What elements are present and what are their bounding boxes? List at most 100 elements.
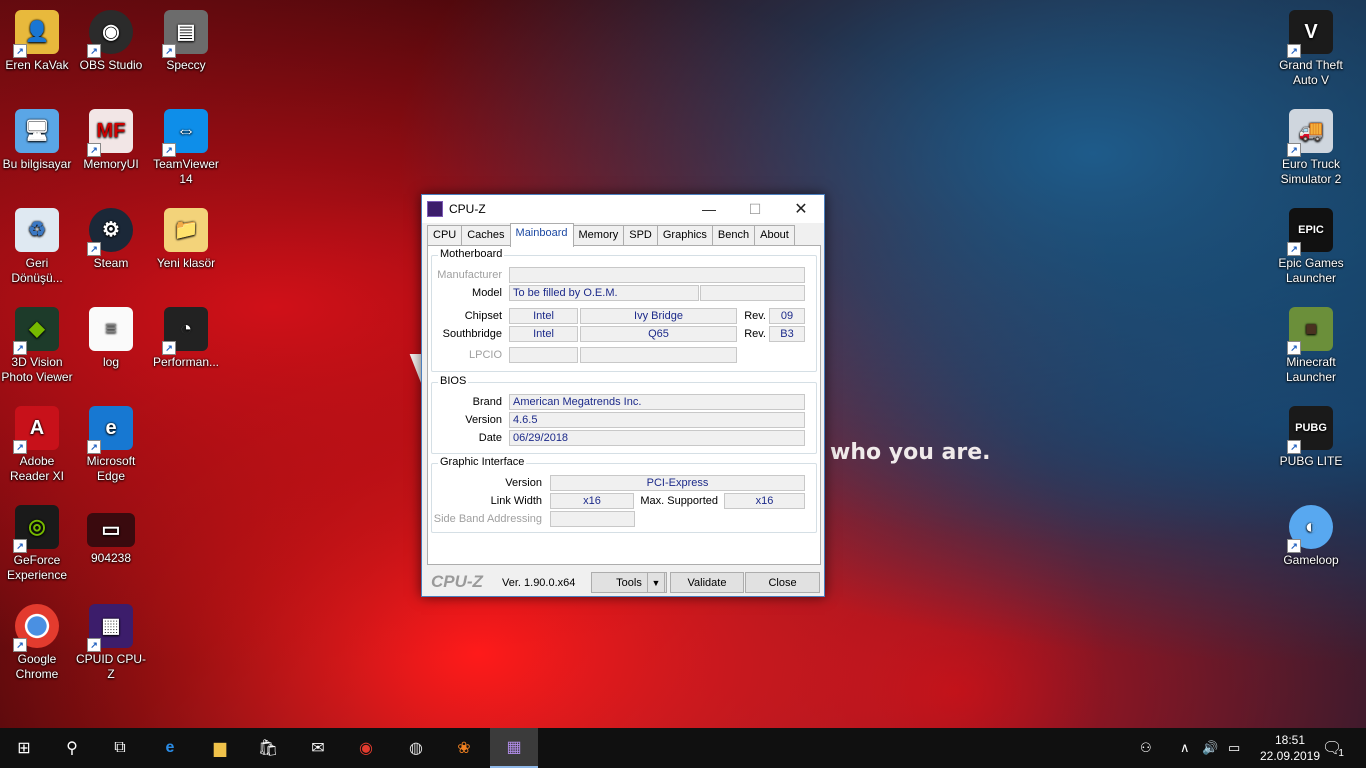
desktop-icon-gameloop[interactable]: ◐ ↗ Gameloop [1274,499,1348,568]
taskbar-file-explorer[interactable]: ▆ [196,728,244,768]
close-window-button[interactable]: ✕ [778,195,824,223]
tools-label: Tools [616,576,642,589]
tray-network[interactable]: ▭ [1228,728,1240,768]
windows-logo-icon: ⊞ [17,740,31,757]
desktop-icon-teamviewer[interactable]: ⇔ ↗ TeamViewer 14 [149,103,223,187]
taskbar-mail[interactable]: ✉ [294,728,342,768]
desktop-icon-eren-kavak[interactable]: 👤 ↗ Eren KaVak [0,4,74,73]
validate-button[interactable]: Validate [670,572,744,593]
cpuz-icon: ▦ ↗ [87,604,133,652]
memoryui-icon: MF ↗ [87,109,133,157]
gi-max-supported-field: x16 [724,493,805,509]
user-folder-icon: 👤 ↗ [13,10,59,58]
tools-dropdown-button[interactable]: ▼ [647,572,665,593]
close-button[interactable]: Close [745,572,820,593]
desktop-icon-chrome[interactable]: ↗ Google Chrome [0,598,74,682]
southbridge-rev-label: Rev. [744,328,766,340]
desktop-icon-geforce[interactable]: ◎ ↗ GeForce Experience [0,499,74,583]
tab-bar: CPU Caches Mainboard Memory SPD Graphics… [427,223,795,247]
tab-caches[interactable]: Caches [461,225,511,246]
taskbar-clock[interactable]: 18:51 22.09.2019 [1256,732,1324,764]
gi-version-field: PCI-Express [550,475,805,491]
people-icon: ⚇ [1140,740,1152,755]
cpuz-logo: CPU-Z [431,572,483,591]
tab-cpu[interactable]: CPU [427,225,463,246]
speccy-icon: ▤ ↗ [162,10,208,58]
desktop-icon-gta-v[interactable]: V ↗ Grand Theft Auto V [1274,4,1348,88]
gi-link-width-label: Link Width [490,495,542,507]
pubg-lite-icon: PUBG ↗ [1287,406,1333,454]
action-center-button[interactable]: 🗨 1 [1322,728,1344,768]
southbridge-rev-field: B3 [769,326,805,342]
cpuz-app-icon [427,201,443,217]
bios-date-field: 06/29/2018 [509,430,805,446]
folder-icon: ▆ [213,740,227,757]
cpuz-icon: ▦ [506,739,522,756]
taskbar-fl-studio[interactable]: ❀ [440,728,488,768]
start-button[interactable]: ⊞ [0,728,48,768]
motherboard-group: Motherboard Manufacturer Model To be fil… [431,248,817,372]
teamviewer-icon: ⇔ ↗ [162,109,208,157]
desktop-icon-steam[interactable]: ⚙ ↗ Steam [74,202,148,271]
lpcio-vendor-field [509,347,578,363]
desktop-icon-epic-games[interactable]: EPIC ↗ Epic Games Launcher [1274,202,1348,286]
desktop-icon-recycle-bin[interactable]: ♻ Geri Dönüşü... [0,202,74,286]
desktop-icon-obs-studio[interactable]: ◉ ↗ OBS Studio [74,4,148,73]
desktop-icon-3d-vision[interactable]: ◆ ↗ 3D Vision Photo Viewer [0,301,74,385]
tray-people[interactable]: ⚇ [1140,728,1152,768]
obs-icon: ◉ ↗ [87,10,133,58]
desktop-icon-log[interactable]: ≡ log [74,301,148,370]
desktop-icon-adobe-reader[interactable]: A ↗ Adobe Reader XI [0,400,74,484]
graphic-interface-legend: Graphic Interface [438,456,527,468]
manufacturer-label: Manufacturer [437,269,502,281]
tray-overflow[interactable]: ∧ [1180,728,1190,768]
validate-label: Validate [687,576,727,589]
tray-volume[interactable]: 🔊 [1202,728,1218,768]
desktop-icon-this-pc[interactable]: 🖥 Bu bilgisayar [0,103,74,172]
bios-date-label: Date [478,432,502,444]
tab-mainboard[interactable]: Mainboard [509,223,574,247]
taskbar-edge[interactable]: e [146,728,194,768]
network-icon: ▭ [1228,740,1241,755]
desktop-icon-performance[interactable]: ◔ ↗ Performan... [149,301,223,370]
tab-spd[interactable]: SPD [623,225,658,246]
model-label: Model [472,287,502,299]
tab-graphics[interactable]: Graphics [656,225,713,246]
gi-link-width-field: x16 [550,493,634,509]
tab-memory[interactable]: Memory [572,225,625,246]
chipset-vendor-field: Intel [509,308,578,324]
taskbar-chrome[interactable]: ◉ [342,728,390,768]
euro-truck-icon: 🚚 ↗ [1287,109,1333,157]
tab-bench[interactable]: Bench [711,225,756,246]
desktop-icon-euro-truck[interactable]: 🚚 ↗ Euro Truck Simulator 2 [1274,103,1348,187]
bios-version-label: Version [465,414,502,426]
southbridge-vendor-field: Intel [509,326,578,342]
desktop-icon-cpuz[interactable]: ▦ ↗ CPUID CPU-Z [74,598,148,682]
desktop-icon-new-folder[interactable]: 📁 Yeni klasör [149,202,223,271]
window-title: CPU-Z [449,202,486,216]
desktop-icon-speccy[interactable]: ▤ ↗ Speccy [149,4,223,73]
search-button[interactable]: ⚲ [48,728,96,768]
model-field-2 [700,285,805,301]
image-file-icon: ▭ [87,513,135,547]
task-view-button[interactable]: ⧉ [96,728,144,768]
desktop-icon-pubg-lite[interactable]: PUBG ↗ PUBG LITE [1274,400,1348,469]
taskbar-store[interactable]: 🛍 [244,728,292,768]
taskbar-obs[interactable]: ◍ [392,728,440,768]
text-file-icon: ≡ [89,307,133,351]
title-bar[interactable]: CPU-Z — ☐ ✕ [422,195,824,223]
maximize-button[interactable]: ☐ [732,195,778,223]
mainboard-panel: Motherboard Manufacturer Model To be fil… [427,245,821,565]
desktop-icon-minecraft[interactable]: ■ ↗ Minecraft Launcher [1274,301,1348,385]
chrome-icon: ↗ [13,604,59,652]
chipset-name-field: Ivy Bridge [580,308,737,324]
southbridge-label: Southbridge [442,328,502,340]
desktop-icon-edge[interactable]: e ↗ Microsoft Edge [74,400,148,484]
desktop-icon-memoryui[interactable]: MF ↗ MemoryUI [74,103,148,172]
taskbar-cpuz[interactable]: ▦ [490,728,538,768]
search-icon: ⚲ [66,740,78,757]
geforce-icon: ◎ ↗ [13,505,59,553]
minimize-button[interactable]: — [686,195,732,223]
desktop-icon-904238[interactable]: ▭ 904238 [74,499,148,566]
tab-about[interactable]: About [754,225,795,246]
